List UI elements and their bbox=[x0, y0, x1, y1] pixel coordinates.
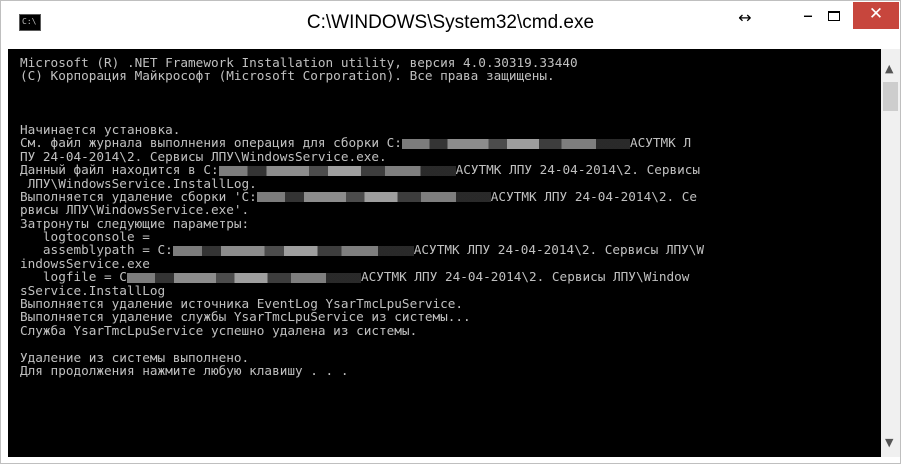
console-line-text: АСУТМК ЛПУ 24-04-2014\2. Сервисы bbox=[455, 162, 701, 178]
console-line-text: logfile = C bbox=[20, 269, 127, 285]
console-line: indowsService.exe bbox=[20, 255, 150, 271]
console-line: рвисы ЛПУ\WindowsService.exe'. bbox=[20, 202, 250, 218]
console-line-text: АСУТМК ЛПУ 24-04-2014\2. Сервисы ЛПУ\Win… bbox=[360, 269, 690, 285]
vertical-scrollbar[interactable]: ▲ ▼ bbox=[881, 49, 900, 457]
console-line-text: Данный файл находится в C: bbox=[20, 162, 219, 178]
console-text: Microsoft (R) .NET Framework Installatio… bbox=[20, 55, 704, 378]
title-bar[interactable]: C:\ C:\WINDOWS\System32\cmd.exe ↔ – ✕ bbox=[1, 1, 900, 49]
console-line: Microsoft (R) .NET Framework Installatio… bbox=[20, 55, 578, 70]
console-line: См. файл журнала выполнения операция для… bbox=[20, 136, 704, 149]
redacted-path-blur bbox=[218, 165, 456, 176]
console-line: Выполняется удаление сборки 'C: АСУТМК ЛП… bbox=[20, 190, 704, 203]
console-line-text: АСУТМК ЛПУ 24-04-2014\2. Се bbox=[490, 188, 698, 204]
redacted-path-blur bbox=[126, 272, 361, 283]
scrollbar-thumb[interactable] bbox=[883, 82, 898, 111]
console-line: ПУ 24-04-2014\2. Сервисы ЛПУ\WindowsServ… bbox=[20, 148, 387, 164]
console-line: Выполняется удаление источника EventLog … bbox=[20, 296, 464, 312]
resize-icon[interactable]: ↔ bbox=[725, 8, 765, 38]
cmd-window: C:\ C:\WINDOWS\System32\cmd.exe ↔ – ✕ Mi… bbox=[0, 0, 901, 464]
console-line: Начинается установка. bbox=[20, 121, 181, 137]
window-title: C:\WINDOWS\System32\cmd.exe bbox=[306, 12, 595, 33]
redacted-path-blur bbox=[172, 245, 414, 256]
console-line: (C) Корпорация Майкрософт (Microsoft Cor… bbox=[20, 68, 555, 84]
maximize-button[interactable] bbox=[823, 7, 849, 37]
console-line: Затронуты следующие параметры: bbox=[20, 215, 250, 231]
console-line-text: АСУТМК ЛПУ 24-04-2014\2. Сервисы ЛПУ\W bbox=[413, 242, 705, 258]
console-line: logfile = C АСУТМК ЛПУ 24-04-2014\2. Серв… bbox=[20, 270, 704, 283]
console-line: assemblypath = C: АСУТМК ЛПУ 24-04-2014\2… bbox=[20, 243, 704, 256]
console-line: Служба YsarTmcLpuService успешно удалена… bbox=[20, 322, 418, 338]
console-line: Выполняется удаление службы YsarTmcLpuSe… bbox=[20, 309, 471, 325]
scroll-up-icon[interactable]: ▲ bbox=[885, 62, 893, 75]
minimize-button[interactable]: – bbox=[794, 3, 822, 33]
close-button[interactable]: ✕ bbox=[853, 2, 899, 29]
console-line: Для продолжения нажмите любую клавишу . … bbox=[20, 362, 349, 378]
maximize-icon bbox=[828, 11, 840, 21]
console-line: Данный файл находится в C: АСУТМК ЛПУ 24-… bbox=[20, 163, 704, 176]
redacted-path-blur bbox=[401, 138, 630, 149]
console-line: ЛПУ\WindowsService.InstallLog. bbox=[20, 175, 257, 191]
console-line: Удаление из системы выполнено. bbox=[20, 349, 250, 365]
scroll-down-icon[interactable]: ▼ bbox=[885, 436, 893, 449]
console-line-text: АСУТМК Л bbox=[629, 135, 692, 151]
console-line: logtoconsole = bbox=[20, 229, 150, 245]
redacted-path-blur bbox=[256, 192, 491, 203]
console-output-area[interactable]: Microsoft (R) .NET Framework Installatio… bbox=[8, 49, 881, 457]
console-line: sService.InstallLog bbox=[20, 282, 166, 298]
